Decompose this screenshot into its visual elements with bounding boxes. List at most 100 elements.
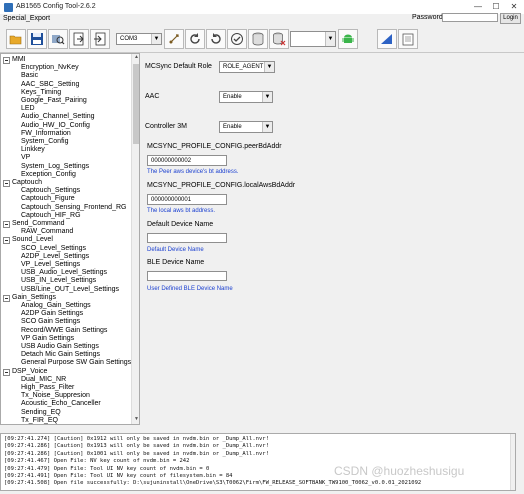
tree-item[interactable]: LED (1, 105, 35, 113)
read-icon[interactable] (69, 29, 89, 49)
controller-3m-select[interactable]: Enable ▼ (219, 121, 273, 133)
aac-value: Enable (223, 94, 242, 100)
tree-item[interactable]: Keys_Timing (1, 89, 61, 97)
tree-item[interactable]: Acoustic_Echo_Canceller (1, 400, 101, 408)
tree-item[interactable]: Encryption_NvKey (1, 64, 79, 72)
write-icon[interactable] (90, 29, 110, 49)
default-device-name-input[interactable] (147, 233, 227, 243)
password-label: Password: (412, 14, 445, 21)
peer-addr-hint: The Peer aws device's bt address. (147, 169, 239, 175)
tree-item[interactable]: Exception_Config (1, 171, 76, 179)
local-addr-label: MCSYNC_PROFILE_CONFIG.localAwsBdAddr (147, 182, 296, 189)
scrollbar-thumb[interactable] (133, 64, 139, 144)
tree-item[interactable]: SCO Gain Settings (1, 318, 80, 326)
toolbar: COM3 ▼ ▼ (0, 26, 524, 53)
clipboard-icon[interactable] (398, 29, 418, 49)
tree-group[interactable]: Captouch (1, 179, 42, 187)
tree-item[interactable]: Sending_EQ (1, 409, 61, 417)
database-delete-icon[interactable] (269, 29, 289, 49)
tree-item[interactable]: USB Audio Gain Settings (1, 343, 99, 351)
log-line: [09:27:41.479] Open File: Tool UI NV key… (4, 465, 210, 472)
tree-group[interactable]: Gain_Settings (1, 294, 56, 302)
settings-tree[interactable]: MMI Encryption_NvKey Basic AAC_SBC_Setting K… (0, 53, 140, 425)
device-select[interactable]: ▼ (290, 31, 336, 47)
open-folder-icon[interactable] (6, 29, 26, 49)
minimize-button[interactable]: — (472, 2, 484, 12)
check-icon[interactable] (227, 29, 247, 49)
scroll-down-icon[interactable]: ▼ (133, 416, 139, 424)
tree-item[interactable]: FW_Information (1, 130, 71, 138)
tree-item[interactable]: USB_IN_Level_Settings (1, 277, 96, 285)
menu-special-export[interactable]: Special_Export (3, 15, 50, 22)
upload-icon[interactable] (377, 29, 397, 49)
tree-item[interactable]: System_Log_Settings (1, 163, 89, 171)
aac-label: AAC (145, 93, 160, 100)
default-device-name-label: Default Device Name (147, 221, 214, 228)
log-scrollbar[interactable] (510, 434, 515, 490)
tree-item[interactable]: General Purpose SW Gain Settings (1, 359, 131, 367)
tree-item[interactable]: A2DP_Level_Settings (1, 253, 89, 261)
peer-addr-label: MCSYNC_PROFILE_CONFIG.peerBdAddr (147, 143, 282, 150)
login-button[interactable]: Login (500, 13, 521, 24)
tree-item[interactable]: Audio_Channel_Setting (1, 113, 95, 121)
tree-group[interactable]: Send_Command (1, 220, 65, 228)
tree-item[interactable]: A2DP Gain Settings (1, 310, 83, 318)
tree-item[interactable]: USB_Audio_Level_Settings (1, 269, 107, 277)
tree-group[interactable]: Sound_Level (1, 236, 53, 245)
tree-item[interactable]: Captouch_HIF_RG (1, 212, 81, 220)
peer-addr-input[interactable]: 000000000002 (147, 155, 227, 166)
tree-item[interactable]: Analog_Gain_Settings (1, 302, 91, 310)
database-icon[interactable] (248, 29, 268, 49)
tree-item[interactable]: Detach Mic Gain Settings (1, 351, 100, 359)
ble-device-name-input[interactable] (147, 271, 227, 281)
tree-group[interactable]: DSP_Voice (1, 368, 47, 376)
tree-item[interactable]: Tx_Noise_Suppresion (1, 392, 90, 400)
tree-item[interactable]: Basic (1, 72, 38, 80)
tree-scrollbar[interactable]: ▲ ▼ (131, 54, 139, 424)
tree-item[interactable]: Record/WWE Gain Settings (1, 327, 107, 335)
tree-item[interactable]: SCO_Level_Settings (1, 245, 86, 253)
tree-item[interactable]: Google_Fast_Pairing (1, 97, 87, 105)
search-device-icon[interactable] (48, 29, 68, 49)
mcsync-role-select[interactable]: ROLE_AGENT ▼ (219, 61, 275, 73)
password-input[interactable] (442, 13, 498, 22)
tree-group[interactable]: MMI (1, 56, 26, 64)
aac-select[interactable]: Enable ▼ (219, 91, 273, 103)
refresh-icon[interactable] (185, 29, 205, 49)
tree-item[interactable]: Captouch_Figure (1, 195, 75, 203)
tree-item[interactable]: VP_Level_Settings (1, 261, 80, 269)
ble-device-name-label: BLE Device Name (147, 259, 205, 266)
tree-item[interactable]: Tx_FIR_EQ (1, 417, 58, 424)
port-value: COM3 (120, 36, 138, 42)
tree-item[interactable]: AAC_SBC_Setting (1, 81, 79, 89)
chevron-down-icon: ▼ (264, 62, 274, 72)
maximize-button[interactable]: ☐ (490, 2, 502, 12)
controller-3m-value: Enable (223, 124, 242, 130)
android-icon[interactable] (338, 29, 358, 49)
scroll-up-icon[interactable]: ▲ (133, 54, 139, 62)
tree-item[interactable]: Dual_MIC_NR (1, 376, 66, 384)
tree-item[interactable]: Linkkey (1, 146, 45, 154)
tree-item[interactable]: USB/Line_OUT_Level_Settings (1, 286, 119, 294)
tree-item[interactable]: VP Gain Settings (1, 335, 74, 343)
tree-item[interactable]: VP (1, 154, 30, 162)
tree-item[interactable]: RAW_Command (1, 228, 73, 236)
tree-item[interactable]: Captouch_Settings (1, 187, 80, 195)
save-icon[interactable] (27, 29, 47, 49)
tree-item[interactable]: High_Pass_Filter (1, 384, 74, 392)
close-button[interactable]: ✕ (508, 2, 520, 12)
port-select[interactable]: COM3 ▼ (116, 33, 162, 45)
log-output[interactable]: [09:27:41.274] [Caution] 0x1912 will onl… (0, 433, 516, 491)
chevron-down-icon: ▼ (262, 92, 272, 102)
usb-icon[interactable] (164, 29, 184, 49)
tree-item[interactable]: Audio_HW_IO_Config (1, 122, 90, 130)
local-addr-hint: The local aws bt address. (147, 208, 216, 214)
mcsync-role-label: MCSync Default Role (145, 63, 212, 70)
reload-icon[interactable] (206, 29, 226, 49)
log-line: [09:27:41.286] [Caution] 0x1001 will onl… (4, 450, 269, 457)
window-title: AB1565 Config Tool-2.6.2 (16, 3, 96, 10)
local-addr-input[interactable]: 000000000001 (147, 194, 227, 205)
log-line: [09:27:41.467] Open File: NV key count o… (4, 458, 190, 465)
tree-item[interactable]: Captouch_Sensing_Frontend_RG (1, 204, 126, 212)
tree-item[interactable]: System_Config (1, 138, 68, 146)
